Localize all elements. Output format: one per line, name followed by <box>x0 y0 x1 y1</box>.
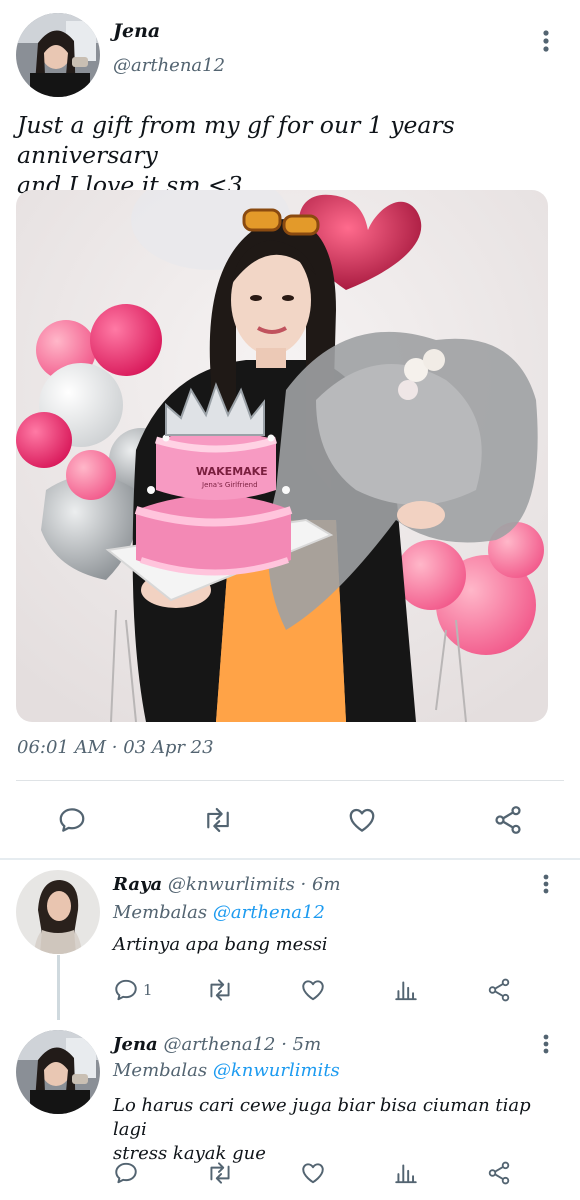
reply-count: 1 <box>143 981 153 999</box>
reply-text-line: Lo harus cari cewe juga biar bisa ciuman… <box>113 1095 531 1140</box>
mention-link[interactable]: @knwurlimits <box>213 1060 340 1081</box>
more-options-icon[interactable] <box>534 872 558 896</box>
reply-text: Lo harus cari cewe juga biar bisa ciuman… <box>113 1094 563 1166</box>
retweet-icon <box>207 807 229 833</box>
like-button[interactable] <box>300 1158 326 1188</box>
divider <box>16 780 564 781</box>
share-button[interactable] <box>488 800 528 840</box>
reply-icon <box>59 808 85 832</box>
analytics-icon <box>395 981 417 1001</box>
reply-author-name[interactable]: Raya <box>113 874 162 895</box>
analytics-icon <box>395 1164 417 1184</box>
share-button[interactable] <box>486 975 512 1005</box>
reply-header: Raya @knwurlimits · 6m <box>113 874 341 895</box>
replying-to-label: Membalas <box>113 1060 208 1081</box>
share-icon <box>488 978 510 1002</box>
reply-author-name[interactable]: Jena <box>113 1034 158 1055</box>
reply-avatar[interactable] <box>16 1030 100 1114</box>
retweet-icon <box>210 979 230 1001</box>
reply-avatar[interactable] <box>16 870 100 954</box>
reply-button[interactable] <box>52 800 92 840</box>
retweet-button[interactable] <box>198 800 238 840</box>
replying-to-label: Membalas <box>113 902 208 923</box>
cake-text: WAKEMAKE <box>196 465 268 478</box>
like-icon <box>349 808 375 832</box>
more-options-icon[interactable] <box>534 27 558 55</box>
like-icon <box>302 980 324 1001</box>
like-button[interactable] <box>300 975 326 1005</box>
author-handle[interactable]: @arthena12 <box>113 55 225 76</box>
mention-link[interactable]: @arthena12 <box>213 902 325 923</box>
reply-author-handle[interactable]: @arthena12 · 5m <box>163 1034 321 1055</box>
analytics-button[interactable] <box>393 1158 419 1188</box>
like-icon <box>302 1163 324 1184</box>
retweet-button[interactable] <box>205 975 235 1005</box>
reply-icon <box>115 1162 137 1184</box>
share-button[interactable] <box>486 1158 512 1188</box>
replying-to: Membalas @knwurlimits <box>113 1060 340 1081</box>
retweet-button[interactable] <box>205 1158 235 1188</box>
divider <box>0 858 580 860</box>
analytics-button[interactable] <box>393 975 419 1005</box>
retweet-icon <box>210 1162 230 1184</box>
tweet-text: Just a gift from my gf for our 1 years a… <box>17 110 573 200</box>
author-name[interactable]: Jena <box>113 20 160 42</box>
share-icon <box>495 806 521 834</box>
replying-to: Membalas @arthena12 <box>113 902 325 923</box>
like-button[interactable] <box>342 800 382 840</box>
reply-button[interactable]: 1 <box>113 975 153 1005</box>
tweet-text-line: Just a gift from my gf for our 1 years a… <box>17 111 455 169</box>
tweet-photo[interactable]: WAKEMAKE Jena's Girlfriend <box>16 190 548 722</box>
share-icon <box>488 1161 510 1185</box>
more-options-icon[interactable] <box>534 1032 558 1056</box>
reply-icon <box>115 979 137 1001</box>
thread-line <box>57 955 60 1020</box>
author-avatar[interactable] <box>16 13 100 97</box>
cake-subtext: Jena's Girlfriend <box>201 481 258 489</box>
tweet-timestamp[interactable]: 06:01 AM · 03 Apr 23 <box>17 737 214 758</box>
reply-author-handle[interactable]: @knwurlimits · 6m <box>168 874 341 895</box>
reply-button[interactable] <box>113 1158 139 1188</box>
reply-header: Jena @arthena12 · 5m <box>113 1034 321 1055</box>
reply-text: Artinya apa bang messi <box>113 934 328 955</box>
